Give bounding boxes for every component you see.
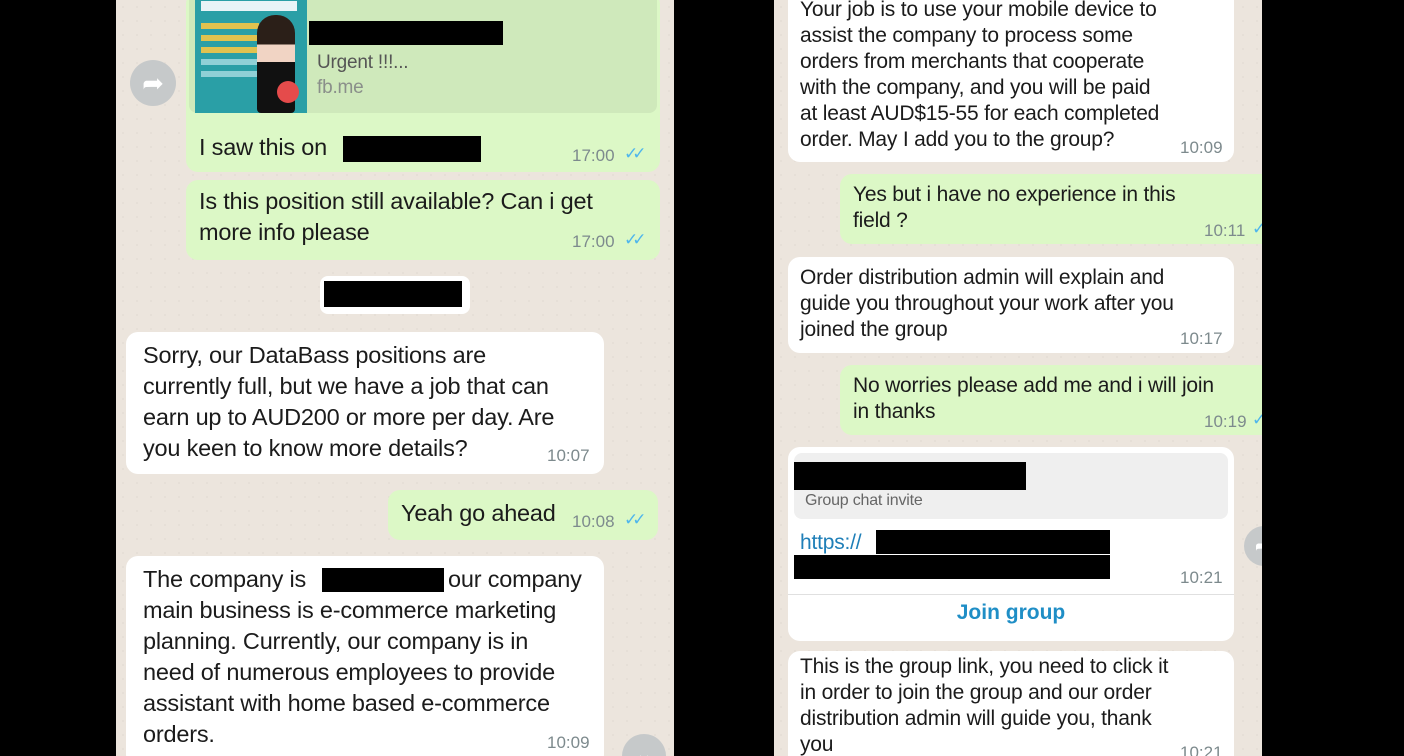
redacted-link-part1 <box>876 530 1110 554</box>
outgoing-message[interactable]: Yes but i have no experience in this fie… <box>840 174 1262 244</box>
message-time: 10:08 <box>572 512 615 531</box>
message-text: Sorry, our DataBass positions are curren… <box>143 342 555 461</box>
message-time: 10:21 <box>1180 568 1223 587</box>
join-group-button[interactable]: Join group <box>788 601 1234 625</box>
group-invite-message[interactable]: Group chat invite https:// 10:21 Join gr… <box>788 447 1234 641</box>
group-invite-card[interactable]: Group chat invite <box>794 453 1228 519</box>
double-check-icon: ✓✓ <box>624 144 646 163</box>
message-text: Yeah go ahead <box>401 500 556 526</box>
outgoing-message[interactable]: Is this position still available? Can i … <box>186 180 660 260</box>
forward-icon[interactable]: ➦ <box>130 60 176 106</box>
message-text: No worries please add me and i will join… <box>853 374 1214 423</box>
outgoing-message[interactable]: No worries please add me and i will join… <box>840 365 1262 435</box>
message-time: 10:17 <box>1180 329 1223 348</box>
outgoing-message[interactable]: Yeah go ahead 10:08 ✓✓ <box>388 490 658 540</box>
message-time: 10:11 <box>1204 221 1246 240</box>
message-text: Order distribution admin will explain an… <box>800 266 1174 341</box>
message-text: Your job is to use your mobile device to… <box>800 0 1160 151</box>
incoming-message[interactable]: Sorry, our DataBass positions are curren… <box>126 332 604 474</box>
redacted-link-part2 <box>794 555 1110 579</box>
job-ad-thumbnail <box>195 0 307 113</box>
incoming-message[interactable]: The company is our company main business… <box>126 556 604 756</box>
forward-icon[interactable]: ➦ <box>1244 526 1262 566</box>
double-check-icon: ✓✓ <box>624 230 646 249</box>
chat-panel-left: ➦ Urgent !!!... fb.me I saw this on 17:0… <box>116 0 674 756</box>
double-check-icon: ✓✓ <box>624 510 646 529</box>
incoming-message[interactable]: Order distribution admin will explain an… <box>788 257 1234 353</box>
redacted-link-title <box>309 21 503 45</box>
incoming-message[interactable]: Your job is to use your mobile device to… <box>788 0 1234 162</box>
redacted-source <box>343 136 481 162</box>
double-check-icon: ✓✓ <box>1252 410 1262 429</box>
message-text: I saw this on <box>199 134 328 160</box>
message-time: 10:21 <box>1180 743 1223 756</box>
message-time: 10:07 <box>547 446 590 465</box>
chat-panel-right: Your job is to use your mobile device to… <box>774 0 1262 756</box>
message-time: 17:00 <box>572 146 615 165</box>
message-text: main business is e-commerce marketing pl… <box>143 597 557 747</box>
redacted-company-name <box>322 568 444 592</box>
link-preview-card[interactable]: Urgent !!!... fb.me <box>189 0 657 113</box>
link-preview-domain: fb.me <box>317 77 364 98</box>
link-preview-subtitle: Urgent !!!... <box>317 52 409 73</box>
invite-link[interactable]: https:// <box>800 530 862 556</box>
redacted-group-name <box>794 462 1026 490</box>
date-chip <box>320 276 470 314</box>
message-time: 10:09 <box>1180 138 1223 157</box>
incoming-message[interactable]: This is the group link, you need to clic… <box>788 651 1234 756</box>
message-text-line1a: The company is <box>143 566 307 592</box>
message-text: Yes but i have no experience in this fie… <box>853 183 1176 232</box>
message-time: 10:09 <box>547 733 590 752</box>
scroll-down-icon[interactable]: ⌄ <box>622 734 666 756</box>
group-invite-label: Group chat invite <box>805 492 923 509</box>
message-text: This is the group link, you need to clic… <box>800 655 1169 756</box>
message-text-line1b: our company <box>448 566 582 592</box>
message-time: 17:00 <box>572 232 615 251</box>
divider <box>788 594 1234 595</box>
redacted-date <box>324 281 462 307</box>
message-text: Is this position still available? Can i … <box>199 188 593 245</box>
message-time: 10:19 <box>1204 412 1247 431</box>
outgoing-message-link-share[interactable]: Urgent !!!... fb.me I saw this on 17:00 … <box>186 0 660 172</box>
double-check-icon: ✓✓ <box>1252 219 1262 238</box>
